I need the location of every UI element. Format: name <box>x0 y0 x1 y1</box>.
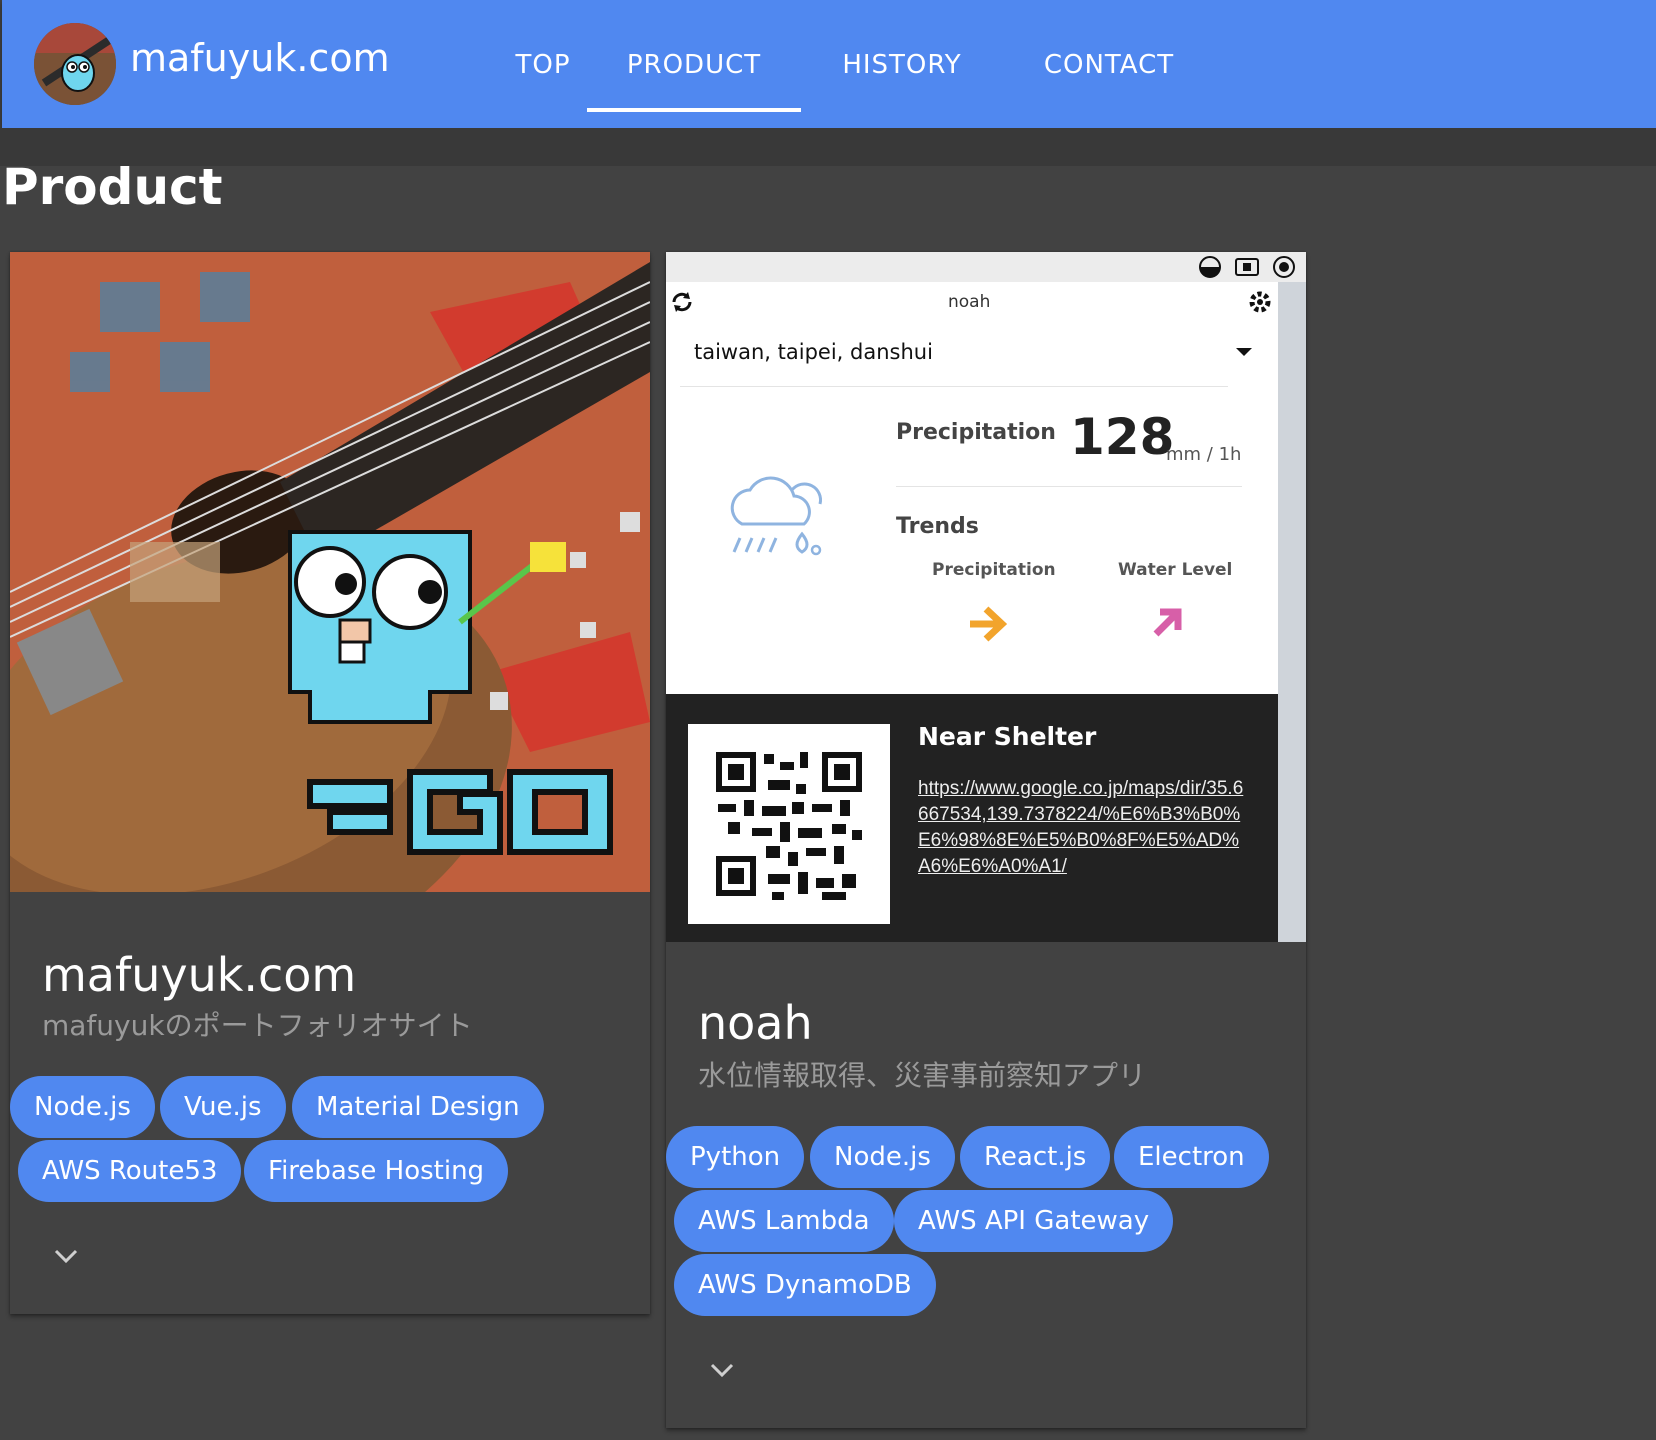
trends-label: Trends <box>896 514 979 539</box>
tag-chip[interactable]: AWS Lambda <box>674 1190 894 1252</box>
noah-screenshot: noah taiwan, taipei, danshui Precipitati… <box>666 252 1306 942</box>
precipitation-unit: mm / 1h <box>1166 444 1242 465</box>
qr-code-icon <box>716 752 862 900</box>
product-card-mafuyuk: mafuyuk.com mafuyukのポートフォリオサイト Node.js V… <box>10 252 650 1314</box>
arrow-right-icon <box>970 606 1008 642</box>
trend-precipitation-label: Precipitation <box>932 560 1056 580</box>
window-title: noah <box>948 292 991 312</box>
divider <box>680 386 1228 387</box>
tag-chip[interactable]: Python <box>666 1126 805 1188</box>
tag-chip[interactable]: AWS DynamoDB <box>674 1254 936 1316</box>
tag-chip[interactable]: AWS API Gateway <box>894 1190 1174 1252</box>
menu-bar <box>666 252 1306 282</box>
product-subtitle: mafuyukのポートフォリオサイト <box>42 1009 473 1042</box>
tray-icons <box>1199 256 1295 278</box>
app-bar: mafuyuk.com TOP PRODUCT HISTORY CONTACT <box>2 0 1656 128</box>
tab-history[interactable]: HISTORY <box>822 0 982 128</box>
chevron-down-icon <box>710 1363 734 1378</box>
tag-chip[interactable]: Material Design <box>292 1076 544 1138</box>
tag-chip[interactable]: React.js <box>960 1126 1111 1188</box>
rain-cloud-icon <box>730 476 822 556</box>
shelter-panel: Near Shelter https://www.google.co.jp/ma… <box>666 694 1278 942</box>
shelter-link: https://www.google.co.jp/maps/dir/35.666… <box>918 778 1244 877</box>
site-title[interactable]: mafuyuk.com <box>130 36 390 80</box>
location-select: taiwan, taipei, danshui <box>694 340 933 364</box>
caret-down-icon <box>1236 348 1252 356</box>
guitar-gopher-image <box>10 252 650 892</box>
tag-chip[interactable]: Vue.js <box>160 1076 286 1138</box>
noah-window: noah taiwan, taipei, danshui Precipitati… <box>666 282 1278 942</box>
tag-chip[interactable]: Node.js <box>810 1126 955 1188</box>
expand-button[interactable] <box>702 1350 742 1390</box>
shelter-title: Near Shelter <box>918 722 1097 751</box>
product-card-noah: noah taiwan, taipei, danshui Precipitati… <box>666 252 1306 1428</box>
trend-water-label: Water Level <box>1118 560 1233 580</box>
chevron-down-icon <box>54 1249 78 1264</box>
product-title: noah <box>698 996 813 1050</box>
gopher-avatar-icon <box>34 23 116 105</box>
product-image-noah[interactable]: noah taiwan, taipei, danshui Precipitati… <box>666 252 1306 942</box>
qr-code <box>688 724 890 924</box>
precipitation-label: Precipitation <box>896 420 1056 445</box>
page-title: Product <box>2 158 223 216</box>
refresh-icon <box>672 292 692 312</box>
product-title: mafuyuk.com <box>42 948 357 1002</box>
tag-chip[interactable]: Firebase Hosting <box>244 1140 509 1202</box>
product-subtitle: 水位情報取得、災害事前察知アプリ <box>698 1059 1147 1092</box>
product-image-mafuyuk[interactable] <box>10 252 650 892</box>
tab-contact[interactable]: CONTACT <box>1024 0 1194 128</box>
tab-product[interactable]: PRODUCT <box>587 0 801 128</box>
tag-chip[interactable]: Electron <box>1114 1126 1269 1188</box>
gear-icon <box>1249 291 1271 313</box>
precipitation-value: 128 <box>1070 408 1175 466</box>
tag-chip[interactable]: Node.js <box>10 1076 155 1138</box>
arrow-up-right-icon <box>1153 608 1182 637</box>
divider <box>896 486 1242 487</box>
sub-bar <box>0 128 1656 166</box>
tag-chip[interactable]: AWS Route53 <box>18 1140 242 1202</box>
avatar-logo[interactable] <box>34 23 116 105</box>
expand-button[interactable] <box>46 1236 86 1276</box>
